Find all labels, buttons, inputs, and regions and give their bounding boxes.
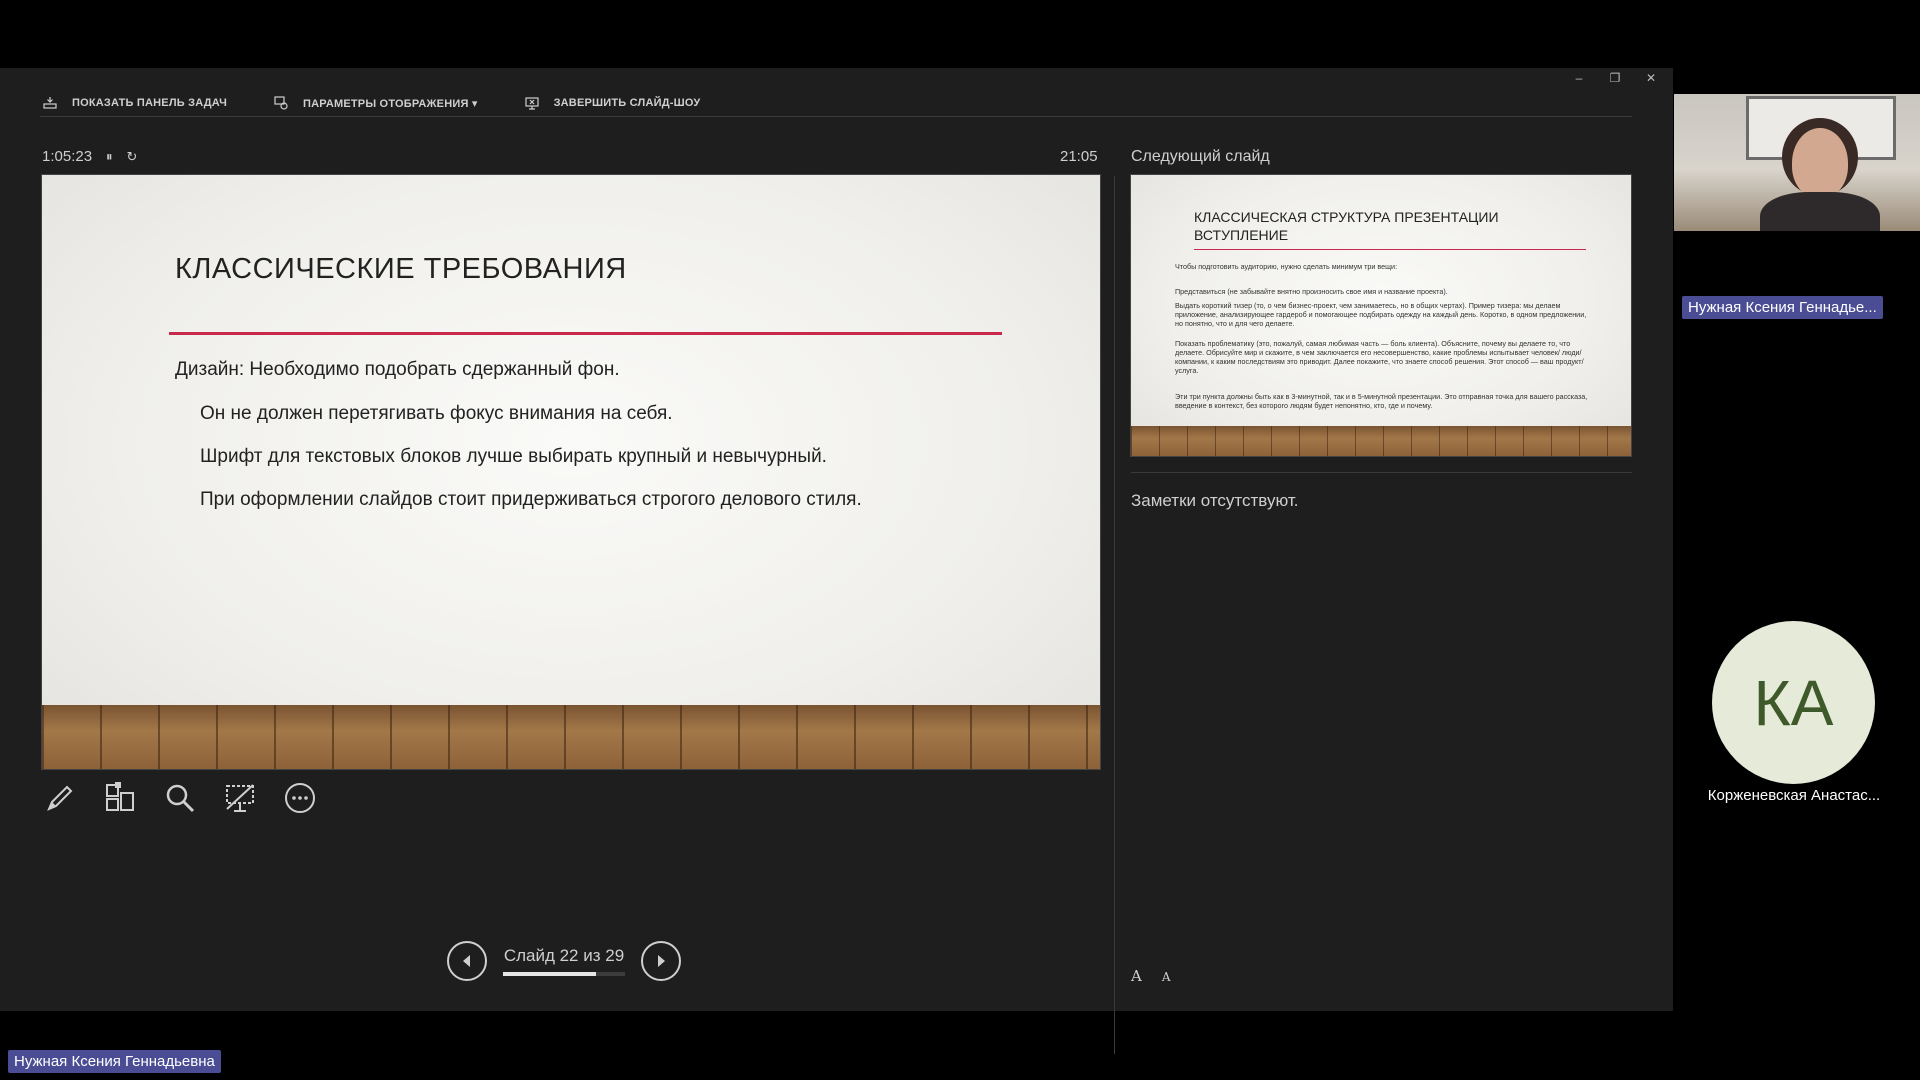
pane-divider[interactable] xyxy=(1114,176,1115,1054)
slide-counter[interactable]: Слайд 22 из 29 xyxy=(504,946,624,966)
minimize-button[interactable]: – xyxy=(1571,70,1587,86)
current-time: 21:05 xyxy=(1060,148,1098,165)
arrow-right-icon xyxy=(658,955,665,967)
notes-divider xyxy=(1131,472,1632,473)
current-slide[interactable]: КЛАССИЧЕСКИЕ ТРЕБОВАНИЯ Дизайн: Необходи… xyxy=(42,175,1100,769)
end-slideshow-button[interactable]: ЗАВЕРШИТЬ СЛАЙД-ШОУ xyxy=(524,95,701,111)
next-slide-title-line: КЛАССИЧЕСКАЯ СТРУКТУРА ПРЕЗЕНТАЦИИ xyxy=(1194,209,1499,225)
zoom-button[interactable] xyxy=(162,780,198,816)
presenter-view: ПОКАЗАТЬ ПАНЕЛЬ ЗАДАЧ ПАРАМЕТРЫ ОТОБРАЖЕ… xyxy=(0,68,1673,1054)
arrow-left-icon xyxy=(463,955,470,967)
next-slide-paragraph: Показать проблематику (это, пожалуй, сам… xyxy=(1175,339,1584,375)
next-slide-title: КЛАССИЧЕСКАЯ СТРУКТУРА ПРЕЗЕНТАЦИИ ВСТУП… xyxy=(1194,208,1499,244)
next-slide-paragraph: Выдать короткий тизер (то, о чем бизнес-… xyxy=(1175,301,1587,328)
taskbar-icon xyxy=(43,97,57,109)
screen-off-icon xyxy=(226,784,254,812)
more-options-button[interactable] xyxy=(282,780,318,816)
elapsed-timer: 1:05:23 ⏸ ↻ xyxy=(42,148,137,165)
next-slide-paragraph: Чтобы подготовить аудиторию, нужно сдела… xyxy=(1175,262,1398,271)
pause-timer-button[interactable]: ⏸ xyxy=(106,149,113,165)
slide-title: КЛАССИЧЕСКИЕ ТРЕБОВАНИЯ xyxy=(175,253,627,285)
window-controls: – ❐ ✕ xyxy=(1571,70,1659,86)
end-slideshow-icon xyxy=(524,97,539,110)
previous-slide-button[interactable] xyxy=(447,941,487,981)
next-slide-paragraph: Представиться (не забывайте внятно произ… xyxy=(1175,287,1448,296)
close-button[interactable]: ✕ xyxy=(1643,70,1659,86)
toolbar-divider xyxy=(40,116,1632,117)
notes-font-controls: A A xyxy=(1131,967,1171,985)
reset-timer-button[interactable]: ↻ xyxy=(127,149,138,165)
slide-title-rule xyxy=(169,332,1002,335)
slide-bullet: При оформлении слайдов стоит придерживат… xyxy=(200,489,862,510)
next-slide-title-rule xyxy=(1194,249,1586,250)
next-slide-label: Следующий слайд xyxy=(1131,148,1270,165)
increase-font-button[interactable]: A xyxy=(1131,967,1142,985)
display-settings-button[interactable]: ПАРАМЕТРЫ ОТОБРАЖЕНИЯ ▾ xyxy=(273,95,478,111)
participant-avatar-name: Корженевская Анастас... xyxy=(1707,787,1881,804)
next-slide-paragraph: Эти три пункта должны быть как в 3-минут… xyxy=(1175,392,1588,410)
more-icon xyxy=(285,783,315,813)
display-settings-label: ПАРАМЕТРЫ ОТОБРАЖЕНИЯ ▾ xyxy=(303,97,478,110)
pen-icon xyxy=(47,785,73,811)
slide-progress-fill xyxy=(503,972,596,976)
presenter-toolbar: ПОКАЗАТЬ ПАНЕЛЬ ЗАДАЧ ПАРАМЕТРЫ ОТОБРАЖЕ… xyxy=(42,90,746,116)
slide-floor-decoration xyxy=(42,705,1100,769)
slide-navigation: Слайд 22 из 29 xyxy=(447,941,681,981)
participant-avatar[interactable]: КА xyxy=(1712,621,1875,784)
black-screen-button[interactable] xyxy=(222,780,258,816)
slide-counter-group: Слайд 22 из 29 xyxy=(503,946,625,976)
magnifier-icon xyxy=(166,784,195,813)
next-slide-button[interactable] xyxy=(641,941,681,981)
restore-button[interactable]: ❐ xyxy=(1607,70,1623,86)
decrease-font-button[interactable]: A xyxy=(1162,970,1171,985)
self-name-tag: Нужная Ксения Геннадьевна xyxy=(8,1050,221,1073)
slide-tools xyxy=(42,780,318,816)
video-person-body xyxy=(1760,192,1880,231)
slide-progress-bar xyxy=(503,972,625,976)
slide-bullet: Шрифт для текстовых блоков лучше выбират… xyxy=(200,446,827,467)
show-taskbar-button[interactable]: ПОКАЗАТЬ ПАНЕЛЬ ЗАДАЧ xyxy=(42,95,227,111)
participant-video[interactable] xyxy=(1674,94,1920,231)
video-person-face xyxy=(1792,128,1848,198)
next-slide-title-line: ВСТУПЛЕНИЕ xyxy=(1194,227,1289,243)
pen-tool-button[interactable] xyxy=(42,780,78,816)
next-slide-floor-decoration xyxy=(1131,426,1631,456)
end-slideshow-label: ЗАВЕРШИТЬ СЛАЙД-ШОУ xyxy=(553,97,701,109)
elapsed-time: 1:05:23 xyxy=(42,148,93,165)
slides-grid-icon xyxy=(106,782,134,811)
slide-bullet: Он не должен перетягивать фокус внимания… xyxy=(200,403,673,424)
next-slide-preview[interactable]: КЛАССИЧЕСКАЯ СТРУКТУРА ПРЕЗЕНТАЦИИ ВСТУП… xyxy=(1131,175,1631,456)
speaker-notes[interactable]: Заметки отсутствуют. xyxy=(1131,491,1298,511)
show-taskbar-label: ПОКАЗАТЬ ПАНЕЛЬ ЗАДАЧ xyxy=(72,97,228,109)
display-settings-icon xyxy=(274,96,288,110)
see-all-slides-button[interactable] xyxy=(102,780,138,816)
slide-design-line: Дизайн: Необходимо подобрать сдержанный … xyxy=(175,359,620,380)
participant-name-tag: Нужная Ксения Геннадье... xyxy=(1682,296,1883,319)
